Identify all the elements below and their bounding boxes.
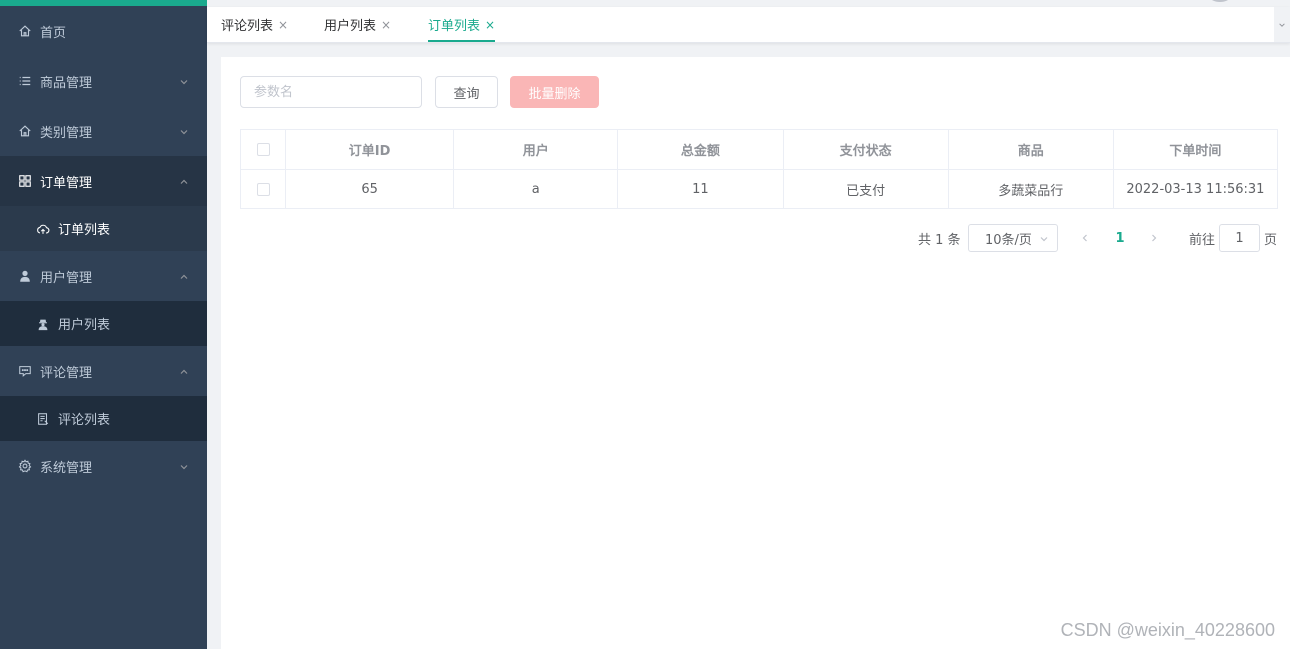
sidebar-item-label: 商品管理 xyxy=(40,75,93,91)
column-header[interactable]: 支付状态 xyxy=(783,129,949,170)
chevron-up-icon xyxy=(179,176,189,186)
goto-page-input[interactable] xyxy=(1219,224,1261,252)
table-cell: 2022-03-13 11:56:31 xyxy=(1113,169,1279,209)
table-cell: 多蔬菜品行 xyxy=(948,169,1114,209)
sidebar-item-comments[interactable]: 评论管理 xyxy=(0,346,207,396)
watermark: CSDN @weixin_40228600 xyxy=(1060,620,1275,640)
page-size-select[interactable]: 10条/页 xyxy=(968,224,1058,252)
tab-user-list[interactable]: 用户列表 × xyxy=(324,7,391,42)
sidebar-item-label: 订单列表 xyxy=(58,223,111,238)
main-content: 查询 批量删除 订单ID 用户 总金额 支付状态 商品 下单时间 65 a 11… xyxy=(221,57,1290,649)
tab-comment-list[interactable]: 评论列表 × xyxy=(221,7,288,42)
tab-label: 订单列表 xyxy=(428,19,481,34)
goto-prefix-label: 前往 xyxy=(1189,232,1216,248)
row-checkbox[interactable] xyxy=(256,182,270,196)
select-all-checkbox[interactable] xyxy=(256,143,270,156)
table-cell: a xyxy=(453,169,619,209)
close-icon[interactable]: × xyxy=(381,18,391,32)
submenu-orders: 订单列表 xyxy=(0,206,207,251)
sidebar-item-label: 首页 xyxy=(40,25,67,41)
next-page-button[interactable] xyxy=(1144,224,1164,252)
tabs-scroll-right-icon[interactable] xyxy=(1274,7,1290,42)
sidebar-item-orders[interactable]: 订单管理 xyxy=(0,156,207,206)
select-all-cell xyxy=(240,129,287,170)
table-row[interactable]: 65 a 11 已支付 多蔬菜品行 2022-03-13 11:56:31 xyxy=(240,169,1279,209)
sidebar-item-user-list[interactable]: 用户列表 xyxy=(0,301,207,346)
comment-icon xyxy=(18,364,32,378)
sidebar-item-home[interactable]: 首页 xyxy=(0,6,207,56)
sidebar-item-label: 用户管理 xyxy=(40,270,93,286)
avatar[interactable] xyxy=(1210,0,1230,2)
pagination-goto: 前往 页 xyxy=(1189,224,1277,252)
sidebar: 首页 商品管理 类别管理 订单管理 订单列表 用户管理 用户列表 评论管理 评论… xyxy=(0,0,207,649)
user-secret-icon xyxy=(36,317,50,331)
table-cell: 已支付 xyxy=(783,169,949,209)
page-size-value: 10条/页 xyxy=(985,232,1032,248)
sidebar-item-label: 系统管理 xyxy=(40,460,93,476)
chevron-right-icon xyxy=(1152,234,1157,242)
sidebar-item-comment-list[interactable]: 评论列表 xyxy=(0,396,207,441)
document-icon xyxy=(36,412,50,426)
chevron-up-icon xyxy=(179,366,189,376)
sidebar-item-label: 类别管理 xyxy=(40,125,93,141)
orders-table: 订单ID 用户 总金额 支付状态 商品 下单时间 65 a 11 已支付 多蔬菜… xyxy=(240,129,1279,209)
sidebar-item-label: 评论管理 xyxy=(40,365,93,381)
upload-cloud-icon xyxy=(36,222,50,236)
table-cell: 65 xyxy=(285,169,455,209)
tabs-bar: 评论列表 × 用户列表 × 订单列表 × xyxy=(207,7,1290,43)
home-icon xyxy=(18,124,32,138)
column-header[interactable]: 商品 xyxy=(948,129,1114,170)
sidebar-item-label: 评论列表 xyxy=(58,413,111,428)
tab-order-list[interactable]: 订单列表 × xyxy=(428,7,496,42)
chevron-down-icon xyxy=(179,126,189,136)
sidebar-item-label: 用户列表 xyxy=(58,318,111,333)
chevron-down-icon xyxy=(1039,233,1049,243)
gear-icon xyxy=(18,459,32,473)
column-header[interactable]: 用户 xyxy=(453,129,619,170)
search-input[interactable] xyxy=(240,76,422,108)
column-header[interactable]: 总金额 xyxy=(617,129,784,170)
chevron-left-icon xyxy=(1082,234,1087,242)
sidebar-item-label: 订单管理 xyxy=(40,175,93,191)
sidebar-item-users[interactable]: 用户管理 xyxy=(0,251,207,301)
sidebar-item-system[interactable]: 系统管理 xyxy=(0,441,207,491)
grid-icon xyxy=(18,174,32,188)
prev-page-button[interactable] xyxy=(1075,224,1095,252)
sidebar-item-products[interactable]: 商品管理 xyxy=(0,56,207,106)
home-icon xyxy=(18,24,32,38)
close-icon[interactable]: × xyxy=(485,18,495,32)
column-header[interactable]: 下单时间 xyxy=(1113,129,1279,170)
list-icon xyxy=(18,74,32,88)
table-cell: 11 xyxy=(617,169,784,209)
pagination-total: 共 1 条 xyxy=(918,232,961,248)
row-select-cell xyxy=(240,169,287,209)
sidebar-item-order-list[interactable]: 订单列表 xyxy=(0,206,207,251)
submenu-comments: 评论列表 xyxy=(0,396,207,441)
batch-delete-button[interactable]: 批量删除 xyxy=(510,76,599,108)
tab-label: 用户列表 xyxy=(324,19,377,34)
query-button[interactable]: 查询 xyxy=(435,76,498,108)
goto-suffix-label: 页 xyxy=(1264,232,1278,248)
chevron-down-icon xyxy=(179,461,189,471)
column-header[interactable]: 订单ID xyxy=(285,129,455,170)
tab-label: 评论列表 xyxy=(221,19,274,34)
chevron-down-icon xyxy=(179,76,189,86)
page-number-current[interactable]: 1 xyxy=(1110,224,1130,252)
chevron-up-icon xyxy=(179,271,189,281)
close-icon[interactable]: × xyxy=(278,18,288,32)
table-header-row: 订单ID 用户 总金额 支付状态 商品 下单时间 xyxy=(240,129,1279,170)
user-icon xyxy=(18,269,32,283)
sidebar-item-categories[interactable]: 类别管理 xyxy=(0,106,207,156)
submenu-users: 用户列表 xyxy=(0,301,207,346)
